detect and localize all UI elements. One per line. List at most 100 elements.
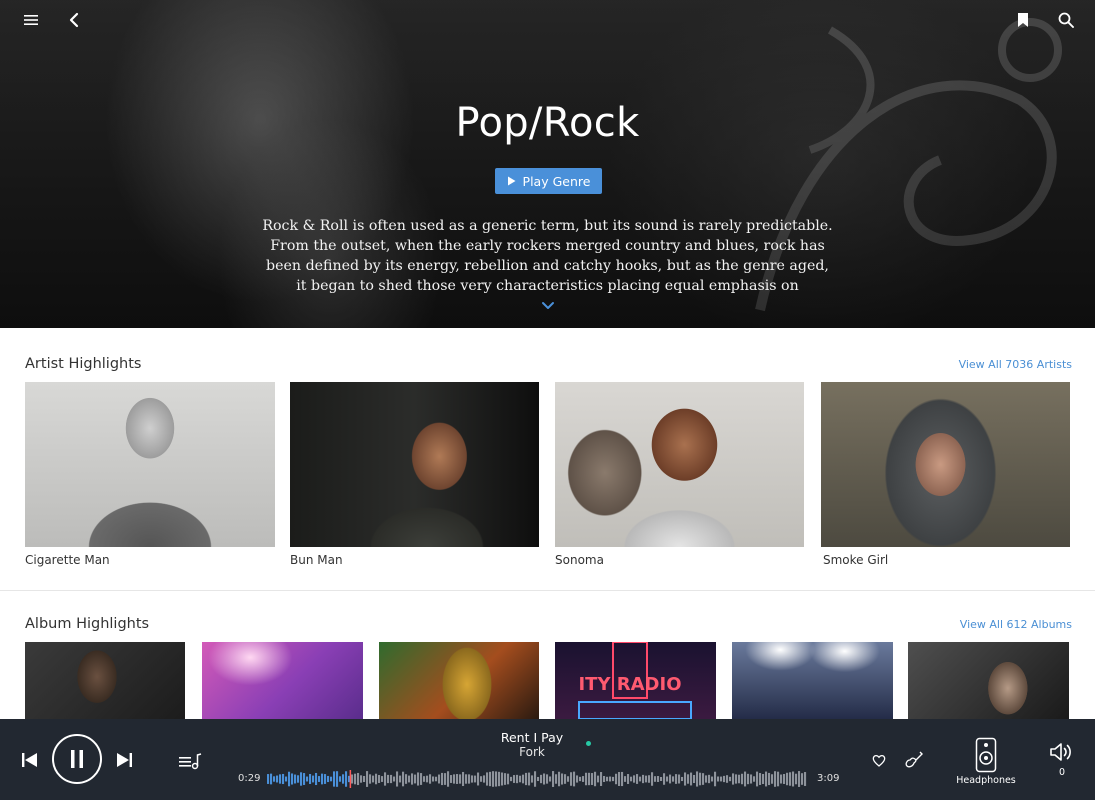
waveform-bar <box>633 775 636 783</box>
waveform-bar <box>786 772 789 786</box>
waveform-bar <box>324 774 327 784</box>
waveform-bar <box>540 774 543 784</box>
queue-icon <box>179 753 202 770</box>
waveform-bar <box>756 771 759 787</box>
artist-card[interactable]: Bun Man <box>290 382 539 567</box>
waveform-bar <box>726 775 729 783</box>
waveform-bar <box>585 772 588 786</box>
waveform-bar <box>504 773 507 785</box>
waveform-bar <box>531 775 534 783</box>
elapsed-time: 0:29 <box>238 773 261 784</box>
chevron-down-icon[interactable] <box>541 296 555 309</box>
waveform-bar <box>429 774 432 784</box>
menu-icon[interactable] <box>19 8 43 32</box>
genre-description: Rock & Roll is often used as a generic t… <box>262 218 833 294</box>
skip-next-icon <box>117 753 132 767</box>
waveform-bar <box>597 775 600 783</box>
waveform-bar <box>720 776 723 782</box>
waveform-bar <box>279 774 282 784</box>
waveform-bar <box>609 776 612 782</box>
waveform-bar <box>294 774 297 784</box>
waveform-bar <box>447 771 450 787</box>
waveform-bar <box>390 774 393 784</box>
waveform-bar <box>276 775 279 783</box>
waveform-bar <box>426 775 429 783</box>
waveform-bar <box>471 775 474 783</box>
waveform-bar <box>375 773 378 785</box>
album-card[interactable] <box>25 642 185 719</box>
waveform-bar <box>372 775 375 783</box>
waveform-bar <box>789 772 792 786</box>
bookmark-icon[interactable] <box>1011 8 1035 32</box>
waveform-bar <box>465 774 468 784</box>
playhead[interactable] <box>349 770 352 788</box>
waveform-bar <box>630 776 633 782</box>
skip-previous-button[interactable] <box>18 747 42 773</box>
waveform-bar <box>519 775 522 783</box>
favorite-button[interactable] <box>870 751 888 769</box>
waveform-bar <box>486 772 489 786</box>
album-card[interactable] <box>379 642 539 719</box>
waveform-bar <box>468 774 471 784</box>
waveform-bar <box>393 776 396 782</box>
play-genre-button[interactable]: Play Genre <box>495 168 602 194</box>
artist-card[interactable]: Cigarette Man <box>25 382 275 567</box>
volume-icon <box>1050 743 1071 761</box>
album-card[interactable] <box>202 642 363 719</box>
waveform-bar <box>768 772 771 786</box>
view-all-artists-link[interactable]: View All 7036 Artists <box>900 358 1072 371</box>
volume-button[interactable] <box>1048 740 1074 764</box>
waveform-bar <box>483 775 486 783</box>
waveform-bar <box>387 774 390 784</box>
waveform-bar <box>780 774 783 784</box>
artist-card[interactable]: Smoke Girl <box>821 382 1070 567</box>
waveform-bar <box>399 775 402 783</box>
waveform-bar <box>693 774 696 784</box>
status-dot <box>586 741 591 746</box>
pause-button[interactable] <box>52 734 102 784</box>
output-device-button[interactable] <box>971 735 1001 775</box>
waveform-bar <box>573 771 576 787</box>
waveform-bar <box>306 776 309 782</box>
waveform-bar <box>450 775 453 783</box>
back-icon[interactable] <box>62 8 86 32</box>
waveform-bar <box>309 774 312 784</box>
waveform-bar <box>453 774 456 784</box>
album-card[interactable] <box>908 642 1069 719</box>
waveform-bar <box>624 776 627 782</box>
waveform-bar <box>510 776 513 782</box>
waveform-bar <box>492 771 495 787</box>
waveform-bar <box>645 775 648 783</box>
heart-icon <box>872 754 886 767</box>
waveform-bar <box>735 774 738 784</box>
waveform-seek-bar[interactable] <box>267 770 807 788</box>
artist-name: Smoke Girl <box>823 553 889 567</box>
guitar-icon <box>905 751 923 768</box>
queue-button[interactable] <box>176 749 204 773</box>
waveform-bar <box>777 771 780 787</box>
waveform-bar <box>744 771 747 787</box>
waveform-bar <box>489 771 492 787</box>
search-icon[interactable] <box>1054 8 1078 32</box>
waveform-bar <box>291 773 294 785</box>
waveform-bar <box>414 774 417 784</box>
pause-icon <box>71 750 83 768</box>
waveform-bar <box>678 774 681 784</box>
waveform-bar <box>459 774 462 784</box>
waveform-bar <box>507 773 510 785</box>
album-card[interactable]: ITY RADIO <box>555 642 716 719</box>
artist-photo <box>555 382 804 547</box>
waveform-bar <box>684 772 687 786</box>
waveform-bar <box>336 771 339 787</box>
artist-card[interactable]: Sonoma <box>555 382 804 567</box>
view-all-albums-link[interactable]: View All 612 Albums <box>900 618 1072 631</box>
waveform-bar <box>480 776 483 782</box>
waveform-bar <box>432 776 435 782</box>
radio-button[interactable] <box>903 749 925 771</box>
waveform-bar <box>435 776 438 782</box>
waveform-bar <box>333 771 336 787</box>
waveform-bar <box>327 775 330 783</box>
album-card[interactable] <box>732 642 893 719</box>
waveform-bar <box>714 771 717 787</box>
skip-next-button[interactable] <box>112 747 136 773</box>
